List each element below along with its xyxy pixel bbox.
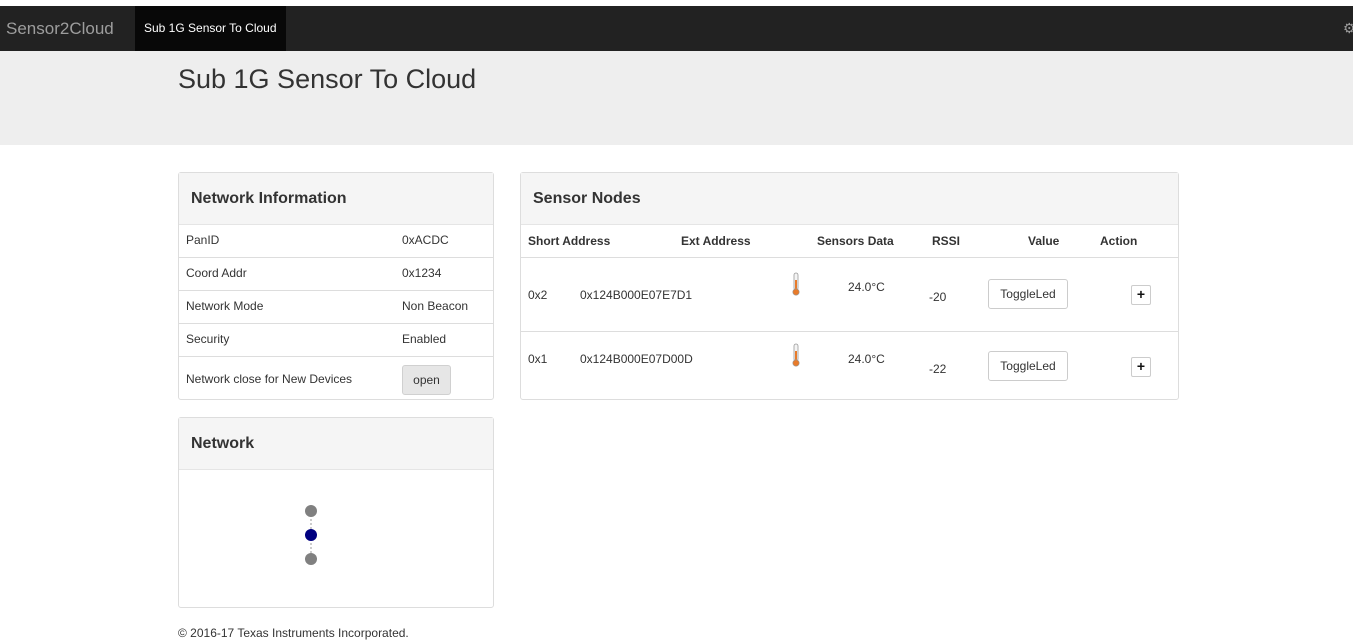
network-graph: [305, 505, 317, 565]
sensor-nodes-panel: Sensor Nodes Short Address Ext Address S…: [520, 172, 1179, 400]
col-sensors-data: Sensors Data: [817, 234, 894, 248]
table-row: 0x2 0x124B000E07E7D1 24.0°C -20 ToggleLe…: [521, 258, 1178, 332]
page-title: Sub 1G Sensor To Cloud: [178, 64, 477, 94]
col-rssi: RSSI: [932, 234, 961, 248]
col-value: Value: [1028, 234, 1060, 248]
sensor-node[interactable]: [305, 505, 317, 517]
short-address: 0x2: [528, 288, 548, 302]
network-panel: Network: [178, 417, 494, 608]
coordinator-node[interactable]: [305, 529, 317, 541]
thermometer-icon: [792, 272, 800, 296]
ext-address: 0x124B000E07D00D: [580, 352, 693, 366]
table-row: 0x1 0x124B000E07D00D 24.0°C -22 ToggleLe…: [521, 332, 1178, 400]
sensor-node[interactable]: [305, 553, 317, 565]
col-ext-address: Ext Address: [681, 234, 751, 248]
panel-heading: Sensor Nodes: [521, 173, 1178, 225]
rssi-value: -20: [929, 290, 947, 304]
short-address: 0x1: [528, 352, 548, 366]
info-value: Non Beacon: [402, 299, 469, 313]
info-key: PanID: [186, 233, 220, 247]
temperature-value: 24.0°C: [848, 352, 885, 366]
navbar: Sensor2Cloud Sub 1G Sensor To Cloud ⚙: [0, 6, 1353, 51]
rssi-value: -22: [929, 362, 947, 376]
table-row: Coord Addr 0x1234: [179, 257, 493, 290]
info-value: 0xACDC: [402, 233, 449, 247]
temperature-value: 24.0°C: [848, 280, 885, 294]
table-row: Network close for New Devices open: [179, 356, 493, 402]
info-key: Security: [186, 332, 230, 346]
info-value: Enabled: [402, 332, 447, 346]
toggle-led-button[interactable]: ToggleLed: [988, 351, 1068, 381]
add-action-button[interactable]: +: [1131, 357, 1151, 377]
ext-address: 0x124B000E07E7D1: [580, 288, 693, 302]
table-row: Network Mode Non Beacon: [179, 290, 493, 323]
network-information-panel: Network Information PanID 0xACDC Coord A…: [178, 172, 494, 400]
thermometer-icon: [792, 343, 800, 367]
open-network-button[interactable]: open: [402, 365, 451, 395]
info-key: Network Mode: [186, 299, 264, 313]
table-row: PanID 0xACDC: [179, 225, 493, 257]
brand-link[interactable]: Sensor2Cloud: [6, 6, 114, 51]
col-action: Action: [1100, 234, 1138, 248]
tab-sub1g-sensor-to-cloud[interactable]: Sub 1G Sensor To Cloud: [135, 6, 286, 51]
footer-copyright: © 2016-17 Texas Instruments Incorporated…: [178, 626, 409, 640]
table-header: Short Address Ext Address Sensors Data R…: [521, 225, 1178, 258]
toggle-led-button[interactable]: ToggleLed: [988, 279, 1068, 309]
info-value: 0x1234: [402, 266, 442, 280]
info-key: Coord Addr: [186, 266, 247, 280]
info-key: Network close for New Devices: [186, 372, 353, 386]
network-info-table: PanID 0xACDC Coord Addr 0x1234 Network M…: [179, 225, 493, 402]
gear-icon[interactable]: ⚙: [1343, 6, 1353, 51]
panel-heading: Network: [179, 418, 493, 470]
add-action-button[interactable]: +: [1131, 285, 1151, 305]
panel-heading: Network Information: [179, 173, 493, 225]
col-short-address: Short Address: [528, 234, 611, 248]
table-row: Security Enabled: [179, 323, 493, 356]
page-header: Sub 1G Sensor To Cloud: [0, 51, 1353, 145]
